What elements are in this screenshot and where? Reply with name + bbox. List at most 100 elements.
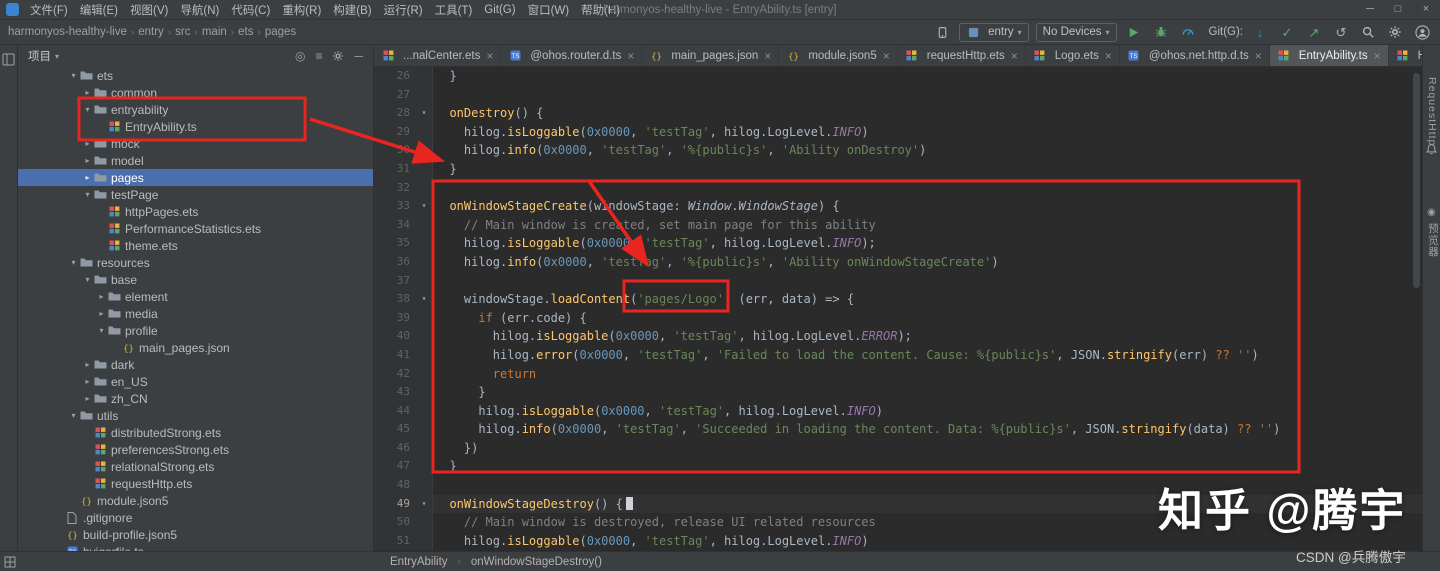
project-stripe-icon[interactable]: [2, 53, 15, 66]
menu-item-r[interactable]: 运行(R): [378, 2, 429, 18]
git-push-button[interactable]: ↗: [1304, 22, 1324, 42]
tab-ohos-router-d-ts[interactable]: TS @ohos.router.d.ts ×: [501, 45, 643, 66]
panel-settings-gear-icon[interactable]: [332, 50, 344, 62]
tree-item-zh-cn[interactable]: ▸ zh_CN: [18, 390, 373, 407]
tree-item-mock[interactable]: ▸ mock: [18, 135, 373, 152]
fold-icon[interactable]: ▾: [416, 104, 432, 123]
tree-item-base[interactable]: ▾ base: [18, 271, 373, 288]
notifications-bell-icon[interactable]: [1425, 143, 1438, 156]
chevron-down-icon[interactable]: ▾: [55, 52, 59, 61]
tree-chevron-icon[interactable]: ▸: [82, 173, 93, 182]
tree-chevron-icon[interactable]: ▾: [68, 411, 79, 420]
tree-item-ets[interactable]: ▾ ets: [18, 67, 373, 84]
device-manager-icon[interactable]: [932, 22, 952, 42]
fold-icon[interactable]: ▾: [416, 290, 432, 309]
tree-chevron-icon[interactable]: ▾: [68, 258, 79, 267]
run-config-select[interactable]: entry ▾: [959, 22, 1029, 42]
tree-item-media[interactable]: ▸ media: [18, 305, 373, 322]
tree-item-element[interactable]: ▸ element: [18, 288, 373, 305]
search-button[interactable]: [1358, 22, 1378, 42]
tab-ohos-net-http-d-ts[interactable]: TS @ohos.net.http.d.ts ×: [1120, 45, 1270, 66]
tree-item-theme-ets[interactable]: theme.ets: [18, 237, 373, 254]
tree-item-model[interactable]: ▸ model: [18, 152, 373, 169]
tab-home-ets[interactable]: Home.ets×: [1389, 45, 1422, 66]
breadcrumb-item-harmonyos-healthy-live[interactable]: harmonyos-healthy-live: [8, 26, 127, 38]
git-update-button[interactable]: ↓: [1250, 22, 1270, 42]
avatar[interactable]: [1412, 22, 1432, 42]
tab-logo-ets[interactable]: Logo.ets ×: [1026, 45, 1120, 66]
tool-tab-requesthttp[interactable]: RequestHttp: [1426, 77, 1438, 146]
menu-item-n[interactable]: 导航(N): [174, 2, 225, 18]
close-tab-icon[interactable]: ×: [1105, 49, 1112, 63]
breadcrumb-item-src[interactable]: src: [175, 26, 190, 38]
fold-icon[interactable]: ▾: [416, 197, 432, 216]
tab-nalcenter-ets[interactable]: ...nalCenter.ets ×: [374, 45, 502, 66]
status-menu-icon[interactable]: [0, 556, 20, 568]
menu-item-t[interactable]: 工具(T): [429, 2, 479, 18]
tree-item-preferencesstrong-ets[interactable]: preferencesStrong.ets: [18, 441, 373, 458]
profiler-button[interactable]: [1178, 22, 1198, 42]
menu-item-e[interactable]: 编辑(E): [74, 2, 124, 18]
tree-item-distributedstrong-ets[interactable]: distributedStrong.ets: [18, 424, 373, 441]
app-logo-icon[interactable]: [6, 3, 19, 16]
tree-item-entryability-ts[interactable]: EntryAbility.ts: [18, 118, 373, 135]
tree-item-module-json5[interactable]: {} module.json5: [18, 492, 373, 509]
fold-icon[interactable]: ▾: [416, 495, 432, 514]
tree-item-performancestatistics-ets[interactable]: PerformanceStatistics.ets: [18, 220, 373, 237]
minimize-button[interactable]: ─: [1356, 0, 1384, 19]
tree-chevron-icon[interactable]: ▾: [82, 105, 93, 114]
settings-gear-icon[interactable]: [1385, 22, 1405, 42]
close-tab-icon[interactable]: ×: [764, 49, 771, 63]
tree-item-resources[interactable]: ▾ resources: [18, 254, 373, 271]
tool-tab-previewer[interactable]: 预览器: [1426, 223, 1440, 258]
tree-chevron-icon[interactable]: ▸: [82, 377, 93, 386]
tree-chevron-icon[interactable]: ▸: [82, 88, 93, 97]
maximize-button[interactable]: □: [1384, 0, 1412, 19]
menu-item-v[interactable]: 视图(V): [124, 2, 174, 18]
tree-chevron-icon[interactable]: ▸: [82, 394, 93, 403]
close-tab-icon[interactable]: ×: [1374, 49, 1381, 63]
tab-requesthttp-ets[interactable]: requestHttp.ets ×: [898, 45, 1026, 66]
tree-chevron-icon[interactable]: ▸: [96, 309, 107, 318]
run-button[interactable]: [1124, 22, 1144, 42]
breadcrumb-item-entry[interactable]: entry: [138, 26, 164, 38]
breadcrumb-item-pages[interactable]: pages: [265, 26, 296, 38]
tree-item-requesthttp-ets[interactable]: requestHttp.ets: [18, 475, 373, 492]
hide-panel-icon[interactable]: ─: [354, 49, 363, 63]
menu-item-git-g[interactable]: Git(G): [478, 4, 521, 16]
tree-item-en-us[interactable]: ▸ en_US: [18, 373, 373, 390]
tree-item-gitignore[interactable]: .gitignore: [18, 509, 373, 526]
close-tab-icon[interactable]: ×: [486, 49, 493, 63]
history-button[interactable]: ↺: [1331, 22, 1351, 42]
tree-item-testpage[interactable]: ▾ testPage: [18, 186, 373, 203]
tree-chevron-icon[interactable]: ▾: [96, 326, 107, 335]
project-panel-title[interactable]: 项目: [28, 48, 51, 64]
tree-item-common[interactable]: ▸ common: [18, 84, 373, 101]
tree-chevron-icon[interactable]: ▸: [82, 139, 93, 148]
tree-item-hvigorfile-ts[interactable]: TShvigorfile.ts: [18, 543, 373, 551]
tree-item-relationalstrong-ets[interactable]: relationalStrong.ets: [18, 458, 373, 475]
tree-chevron-icon[interactable]: ▾: [82, 275, 93, 284]
menu-item-r[interactable]: 重构(R): [276, 2, 327, 18]
device-select[interactable]: No Devices ▾: [1035, 22, 1117, 42]
breadcrumb-item-ets[interactable]: ets: [238, 26, 253, 38]
status-breadcrumb-item-entryability[interactable]: EntryAbility: [390, 556, 448, 568]
tree-item-entryability[interactable]: ▾ entryability: [18, 101, 373, 118]
tree-item-pages[interactable]: ▸ pages: [18, 169, 373, 186]
tree-item-build-profile-json5[interactable]: {} build-profile.json5: [18, 526, 373, 543]
tree-chevron-icon[interactable]: ▾: [68, 71, 79, 80]
git-commit-button[interactable]: ✓: [1277, 22, 1297, 42]
tree-item-profile[interactable]: ▾ profile: [18, 322, 373, 339]
debug-button[interactable]: [1151, 22, 1171, 42]
close-tab-icon[interactable]: ×: [627, 49, 634, 63]
tree-chevron-icon[interactable]: ▸: [82, 156, 93, 165]
breadcrumb-item-main[interactable]: main: [202, 26, 227, 38]
close-button[interactable]: ×: [1412, 0, 1440, 19]
close-tab-icon[interactable]: ×: [1255, 49, 1262, 63]
editor-scrollbar[interactable]: [1413, 73, 1420, 288]
tree-item-main-pages-json[interactable]: {} main_pages.json: [18, 339, 373, 356]
status-breadcrumb-item-onwindowstagedestroy[interactable]: onWindowStageDestroy(): [471, 556, 602, 568]
tree-item-utils[interactable]: ▾ utils: [18, 407, 373, 424]
tab-main-pages-json[interactable]: {} main_pages.json ×: [642, 45, 780, 66]
menu-item-b[interactable]: 构建(B): [327, 2, 377, 18]
